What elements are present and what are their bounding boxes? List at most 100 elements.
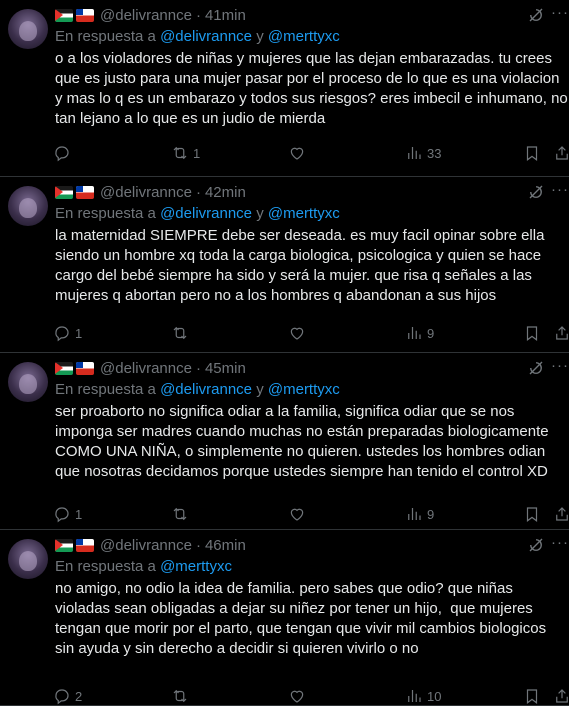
tweet-text: o a los violadores de niñas y mujeres qu… [55, 49, 568, 129]
tweet-text-line: tan lejano a lo que es un judio de mierd… [55, 110, 326, 127]
reply-mention-link[interactable]: @delivrannce [160, 28, 252, 45]
like-button[interactable] [288, 505, 310, 523]
separator-dot: · [195, 183, 201, 201]
heart-icon [290, 327, 304, 340]
retweet-icon [173, 326, 187, 340]
palestine-flag-icon [55, 185, 73, 199]
avatar[interactable] [8, 539, 48, 579]
reply-button[interactable]: 1 [53, 324, 82, 342]
reply-icon [55, 326, 69, 342]
username[interactable]: @delivrannce [100, 537, 192, 554]
like-button[interactable] [288, 144, 310, 162]
tweet[interactable]: @delivrannce · 45min ··· En respuesta a … [0, 353, 569, 530]
tweet-text-line: que nosotras decidamos porque ustedes si… [55, 463, 548, 480]
share-button[interactable] [553, 505, 569, 523]
bookmark-icon [526, 326, 538, 341]
more-icon[interactable]: ··· [551, 357, 569, 377]
heart-icon [290, 508, 304, 521]
reply-mention-link[interactable]: @merttyxc [268, 381, 340, 398]
views-button[interactable]: 9 [405, 324, 434, 342]
retweet-count: 1 [193, 145, 201, 161]
username[interactable]: @delivrannce [100, 7, 192, 24]
palestine-flag-icon [55, 538, 73, 552]
tweet[interactable]: @delivrannce · 41min ··· En respuesta a … [0, 0, 569, 177]
username[interactable]: @delivrannce [100, 360, 192, 377]
retweet-button[interactable] [171, 324, 193, 342]
avatar[interactable] [8, 362, 48, 402]
reply-button[interactable]: 2 [53, 687, 82, 705]
reply-icon [55, 507, 69, 523]
timestamp[interactable]: 45min [205, 360, 246, 377]
tweet-text-line: siendo un hombre xq toda la carga biolog… [55, 247, 542, 264]
like-button[interactable] [288, 687, 310, 705]
tweet[interactable]: @delivrannce · 42min ··· En respuesta a … [0, 177, 569, 353]
tweet-header: @delivrannce · 45min [55, 357, 246, 379]
reply-count: 1 [75, 506, 83, 522]
action-bar: 1 33 [53, 143, 569, 163]
share-button[interactable] [553, 324, 569, 342]
like-button[interactable] [288, 324, 310, 342]
tweet-text: no amigo, no odio la idea de familia. pe… [55, 579, 567, 659]
reply-mention-link[interactable]: @merttyxc [268, 205, 340, 222]
more-icon[interactable]: ··· [551, 181, 569, 201]
retweet-icon [173, 146, 187, 160]
separator-dot: · [195, 6, 201, 24]
retweet-button[interactable] [171, 687, 193, 705]
reply-button[interactable] [53, 144, 75, 162]
reply-mention-link[interactable]: @delivrannce [160, 205, 252, 222]
share-icon [556, 689, 568, 703]
username[interactable]: @delivrannce [100, 184, 192, 201]
tweet-header: @delivrannce · 46min [55, 534, 246, 556]
action-bar: 1 9 [53, 504, 569, 524]
bookmark-button[interactable] [523, 687, 541, 705]
timestamp[interactable]: 42min [205, 184, 246, 201]
tweet[interactable]: @delivrannce · 46min ··· En respuesta a … [0, 530, 569, 706]
grok-icon[interactable] [527, 536, 545, 554]
views-icon [408, 147, 421, 159]
timestamp[interactable]: 46min [205, 537, 246, 554]
more-icon[interactable]: ··· [551, 4, 569, 24]
reply-mention-link[interactable]: @merttyxc [268, 28, 340, 45]
more-icon[interactable]: ··· [551, 534, 569, 554]
retweet-icon [173, 689, 187, 703]
chile-flag-icon [76, 8, 94, 22]
share-button[interactable] [553, 144, 569, 162]
reply-button[interactable]: 1 [53, 505, 82, 523]
tweet-text-line: imponga ser madres cuando muchas no está… [55, 423, 549, 440]
share-button[interactable] [553, 687, 569, 705]
retweet-button[interactable] [171, 505, 193, 523]
views-count: 10 [427, 688, 442, 704]
tweet-text-line: ser proaborto no significa odiar a la fa… [55, 403, 515, 420]
separator-dot: · [195, 536, 201, 554]
chile-flag-icon [76, 361, 94, 375]
reply-context: En respuesta a @delivrannce y @merttyxc [55, 381, 340, 398]
reply-prefix: En respuesta a [55, 381, 161, 398]
retweet-icon [173, 507, 187, 521]
views-button[interactable]: 33 [405, 144, 441, 162]
reply-prefix: En respuesta a [55, 28, 161, 45]
palestine-flag-icon [55, 361, 73, 375]
views-button[interactable]: 9 [405, 505, 434, 523]
bookmark-button[interactable] [523, 144, 541, 162]
avatar[interactable] [8, 186, 48, 226]
timestamp[interactable]: 41min [205, 7, 246, 24]
grok-icon[interactable] [527, 359, 545, 377]
reply-and: y [252, 28, 268, 45]
bookmark-button[interactable] [523, 324, 541, 342]
grok-icon[interactable] [527, 183, 545, 201]
bookmark-button[interactable] [523, 505, 541, 523]
reply-and: y [252, 205, 268, 222]
retweet-button[interactable]: 1 [171, 144, 200, 162]
reply-prefix: En respuesta a [55, 205, 161, 222]
views-button[interactable]: 10 [405, 687, 441, 705]
views-count: 9 [427, 325, 435, 341]
reply-context: En respuesta a @merttyxc [55, 558, 232, 575]
reply-icon [55, 146, 69, 162]
grok-icon[interactable] [527, 6, 545, 24]
reply-mention-link[interactable]: @merttyxc [160, 558, 232, 575]
tweet-text-line: COMO UNA NIÑA, o simplemente no quieren.… [55, 443, 546, 460]
avatar[interactable] [8, 9, 48, 49]
reply-mention-link[interactable]: @delivrannce [160, 381, 252, 398]
action-bar: 1 9 [53, 323, 569, 343]
tweet-text-line: sin ayuda y sin derecho a decidir si qui… [55, 640, 419, 657]
